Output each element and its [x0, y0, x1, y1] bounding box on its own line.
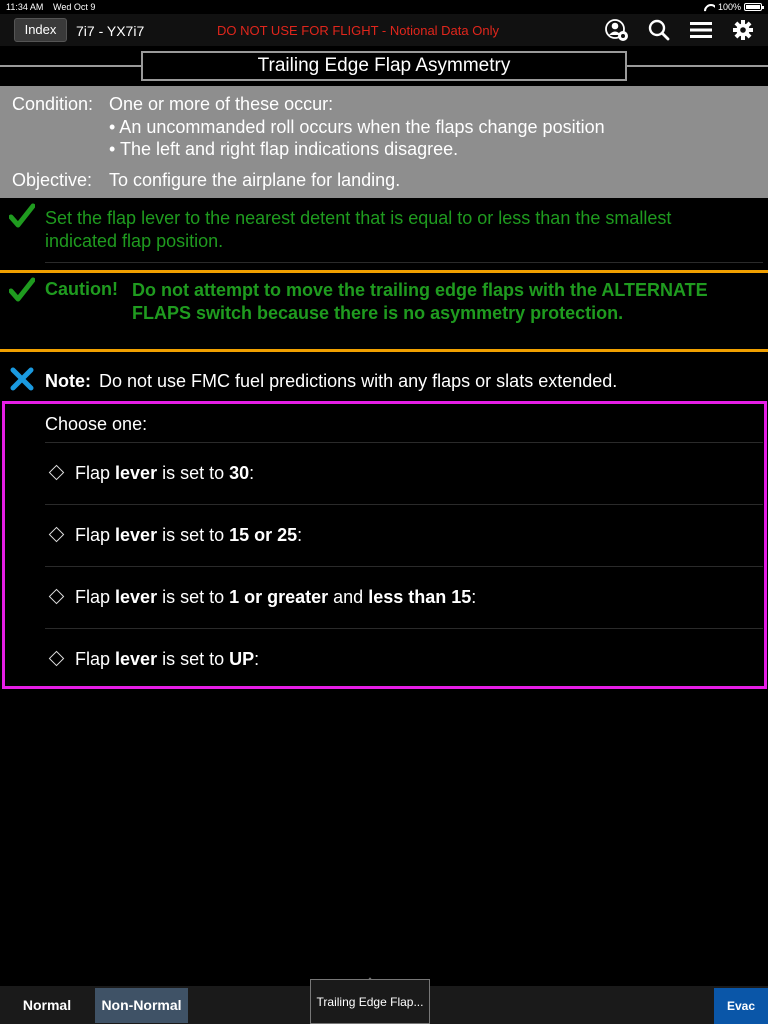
choice-option[interactable]: Flap lever is set to 1 or greater and le… [45, 566, 763, 628]
nav-icons [604, 18, 756, 42]
check-icon[interactable] [9, 203, 35, 229]
battery-percent: 100% [717, 2, 741, 12]
status-bar: 11:34 AM Wed Oct 9 100% [0, 0, 768, 14]
objective-label: Objective: [12, 170, 93, 190]
top-nav: Index 7i7 - YX7i7 DO NOT USE FOR FLIGHT … [0, 14, 768, 46]
tab-current-checklist[interactable]: Trailing Edge Flap... [310, 979, 430, 1024]
wifi-icon [703, 3, 715, 12]
choice-option[interactable]: Flap lever is set to 30: [45, 442, 763, 504]
choose-title: Choose one: [45, 414, 148, 434]
index-button[interactable]: Index [14, 18, 67, 42]
menu-icon[interactable] [688, 18, 714, 42]
choice-label: Flap lever is set to UP: [75, 649, 260, 669]
search-icon[interactable] [646, 18, 672, 42]
condition-label: Condition: [12, 94, 94, 114]
caution-text: Do not attempt to move the trailing edge… [132, 280, 708, 323]
caution-rule-bottom [0, 349, 768, 352]
condition-bullet: • An uncommanded roll occurs when the fl… [109, 117, 605, 137]
caution-rule-top [0, 270, 768, 273]
choice-option[interactable]: Flap lever is set to UP: [45, 628, 763, 690]
status-right: 100% [703, 2, 764, 12]
bottom-bar: Normal Non-Normal Trailing Edge Flap... … [0, 977, 768, 1024]
diamond-icon [48, 650, 65, 667]
aircraft-id: 7i7 - YX7i7 [76, 23, 145, 39]
diamond-icon [48, 526, 65, 543]
caution-label: Caution! [45, 279, 118, 299]
tab-normal[interactable]: Normal [0, 986, 94, 1024]
check-icon[interactable] [9, 277, 35, 303]
divider [45, 262, 763, 263]
warning-banner: DO NOT USE FOR FLIGHT - Notional Data On… [217, 23, 499, 38]
choice-label: Flap lever is set to 30: [75, 463, 255, 483]
page-title: Trailing Edge Flap Asymmetry [141, 51, 627, 81]
objective-text: To configure the airplane for landing. [109, 170, 401, 190]
note-text: Do not use FMC fuel predictions with any… [99, 371, 618, 391]
tab-non-normal[interactable]: Non-Normal [95, 988, 188, 1023]
status-time: 11:34 AM [6, 2, 44, 12]
condition-bullet: • The left and right flap indications di… [109, 139, 459, 159]
battery-icon [744, 3, 764, 11]
condition-block: Condition: One or more of these occur: •… [0, 86, 768, 198]
diamond-icon [48, 464, 65, 481]
note-label: Note: [45, 371, 91, 391]
step-flap-lever: Set the flap lever to the nearest detent… [45, 208, 672, 251]
user-settings-icon[interactable] [604, 18, 630, 42]
choice-option[interactable]: Flap lever is set to 15 or 25: [45, 504, 763, 566]
gear-icon[interactable] [730, 18, 756, 42]
status-date: Wed Oct 9 [53, 2, 96, 12]
diamond-icon [48, 588, 65, 605]
choice-label: Flap lever is set to 15 or 25: [75, 525, 303, 545]
condition-text: One or more of these occur: [109, 94, 334, 114]
x-icon[interactable] [9, 366, 35, 392]
tab-evac[interactable]: Evac [714, 988, 768, 1024]
choice-label: Flap lever is set to 1 or greater and le… [75, 587, 477, 607]
